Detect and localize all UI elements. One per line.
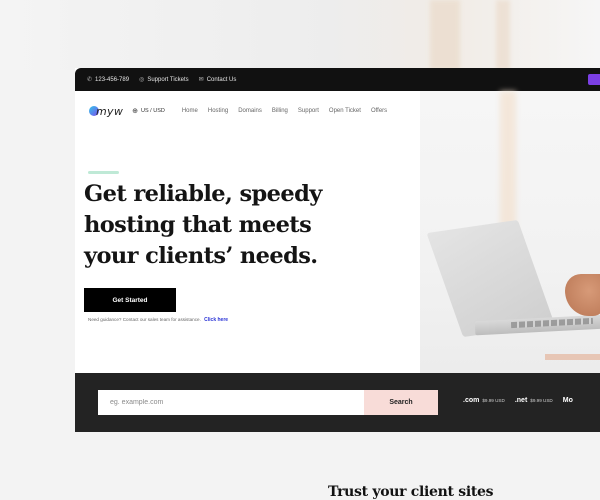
topbar-action-button[interactable] [588, 74, 600, 85]
mail-icon: ✉ [198, 77, 204, 83]
support-tickets-link[interactable]: ◎ Support Tickets [139, 76, 189, 84]
main-nav: myw ⊕ US / USD Home Hosting Domains Bill… [75, 91, 600, 131]
hero-headline: Get reliable, speedy hosting that meets … [84, 179, 384, 272]
ticket-icon: ◎ [139, 77, 145, 83]
headline-line: your clients’ needs. [84, 243, 318, 269]
tld-name: Mo [562, 397, 573, 404]
domain-search-input[interactable] [98, 390, 364, 415]
language-selector[interactable]: ⊕ US / USD [132, 107, 165, 115]
nav-item-offers[interactable]: Offers [371, 108, 387, 114]
phone-icon: ✆ [87, 77, 93, 83]
background-photo-top [0, 0, 600, 70]
tld-item: .com $9.99 USD [463, 397, 505, 404]
logo-text: myw [96, 104, 124, 118]
tld-item: Mo [563, 397, 576, 404]
help-text-body: Need guidance? Contact our sales team fo… [88, 317, 201, 322]
domain-search-button[interactable]: Search [364, 390, 438, 415]
logo[interactable]: myw [89, 105, 123, 118]
tld-price: $9.99 USD [530, 398, 553, 403]
desk-illustration [545, 354, 600, 360]
language-label: US / USD [141, 108, 165, 114]
nav-item-domains[interactable]: Domains [238, 108, 262, 114]
support-tickets-text: Support Tickets [147, 76, 189, 83]
nav-item-home[interactable]: Home [182, 108, 198, 114]
background-decor [430, 0, 460, 70]
tld-price-list: .com $9.99 USD .net $9.99 USD Mo [463, 397, 576, 404]
website-preview: ✆ 123-456-789 ◎ Support Tickets ✉ Contac… [75, 68, 600, 432]
get-started-button[interactable]: Get Started [84, 288, 176, 312]
contact-text: Contact Us [206, 76, 237, 83]
nav-menu: Home Hosting Domains Billing Support Ope… [182, 108, 387, 114]
nav-item-open-ticket[interactable]: Open Ticket [329, 108, 361, 114]
tld-item: .net $9.99 USD [515, 397, 553, 404]
tld-name: .net [514, 397, 528, 404]
top-bar: ✆ 123-456-789 ◎ Support Tickets ✉ Contac… [75, 68, 600, 91]
tld-price: $9.99 USD [482, 398, 505, 403]
nav-item-billing[interactable]: Billing [272, 108, 288, 114]
help-text: Need guidance? Contact our sales team fo… [88, 317, 228, 323]
contact-link[interactable]: ✉ Contact Us [198, 76, 237, 84]
phone-text: 123-456-789 [95, 76, 130, 83]
headline-line: hosting that meets [84, 212, 312, 238]
help-link[interactable]: Click here [204, 317, 228, 323]
globe-icon: ⊕ [132, 108, 138, 115]
phone-link[interactable]: ✆ 123-456-789 [87, 76, 130, 84]
background-decor [496, 0, 510, 70]
tld-name: .com [463, 397, 480, 404]
headline-accent-line [88, 171, 119, 174]
nav-item-support[interactable]: Support [298, 108, 319, 114]
section-title: Trust your client sites [328, 484, 494, 500]
domain-search-strip: Search .com $9.99 USD .net $9.99 USD Mo [75, 373, 600, 432]
headline-line: Get reliable, speedy [84, 181, 322, 207]
nav-item-hosting[interactable]: Hosting [208, 108, 228, 114]
